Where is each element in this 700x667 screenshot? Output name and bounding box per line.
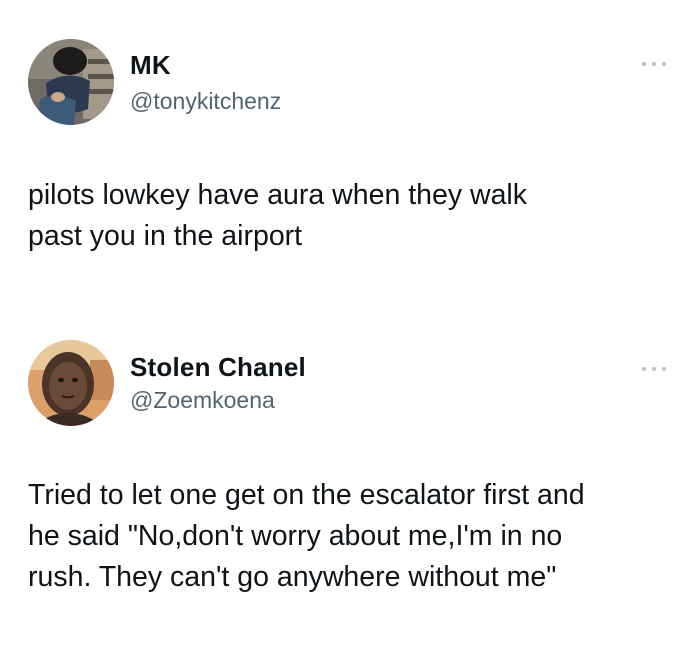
display-name[interactable]: Stolen Chanel bbox=[130, 352, 306, 383]
more-options-icon bbox=[642, 367, 646, 371]
tweet-card[interactable]: Stolen Chanel @Zoemkoena Tried to let on… bbox=[0, 330, 700, 667]
more-options-icon bbox=[662, 367, 666, 371]
profile-photo-person-sitting-icon bbox=[28, 39, 114, 125]
more-options-icon bbox=[652, 367, 656, 371]
more-options-button[interactable] bbox=[642, 57, 666, 71]
display-name[interactable]: MK bbox=[130, 50, 171, 81]
tweet-card[interactable]: MK @tonykitchenz pilots lowkey have aura… bbox=[0, 0, 700, 300]
more-options-button[interactable] bbox=[642, 362, 666, 376]
avatar[interactable] bbox=[28, 39, 114, 125]
more-options-icon bbox=[662, 62, 666, 66]
user-handle[interactable]: @tonykitchenz bbox=[130, 88, 281, 115]
tweet-text: Tried to let one get on the escalator fi… bbox=[28, 479, 585, 593]
tweet-text: pilots lowkey have aura when they walk p… bbox=[28, 179, 528, 252]
more-options-icon bbox=[642, 62, 646, 66]
avatar[interactable] bbox=[28, 340, 114, 426]
more-options-icon bbox=[652, 62, 656, 66]
profile-photo-face-icon bbox=[28, 340, 114, 426]
user-handle[interactable]: @Zoemkoena bbox=[130, 387, 275, 414]
